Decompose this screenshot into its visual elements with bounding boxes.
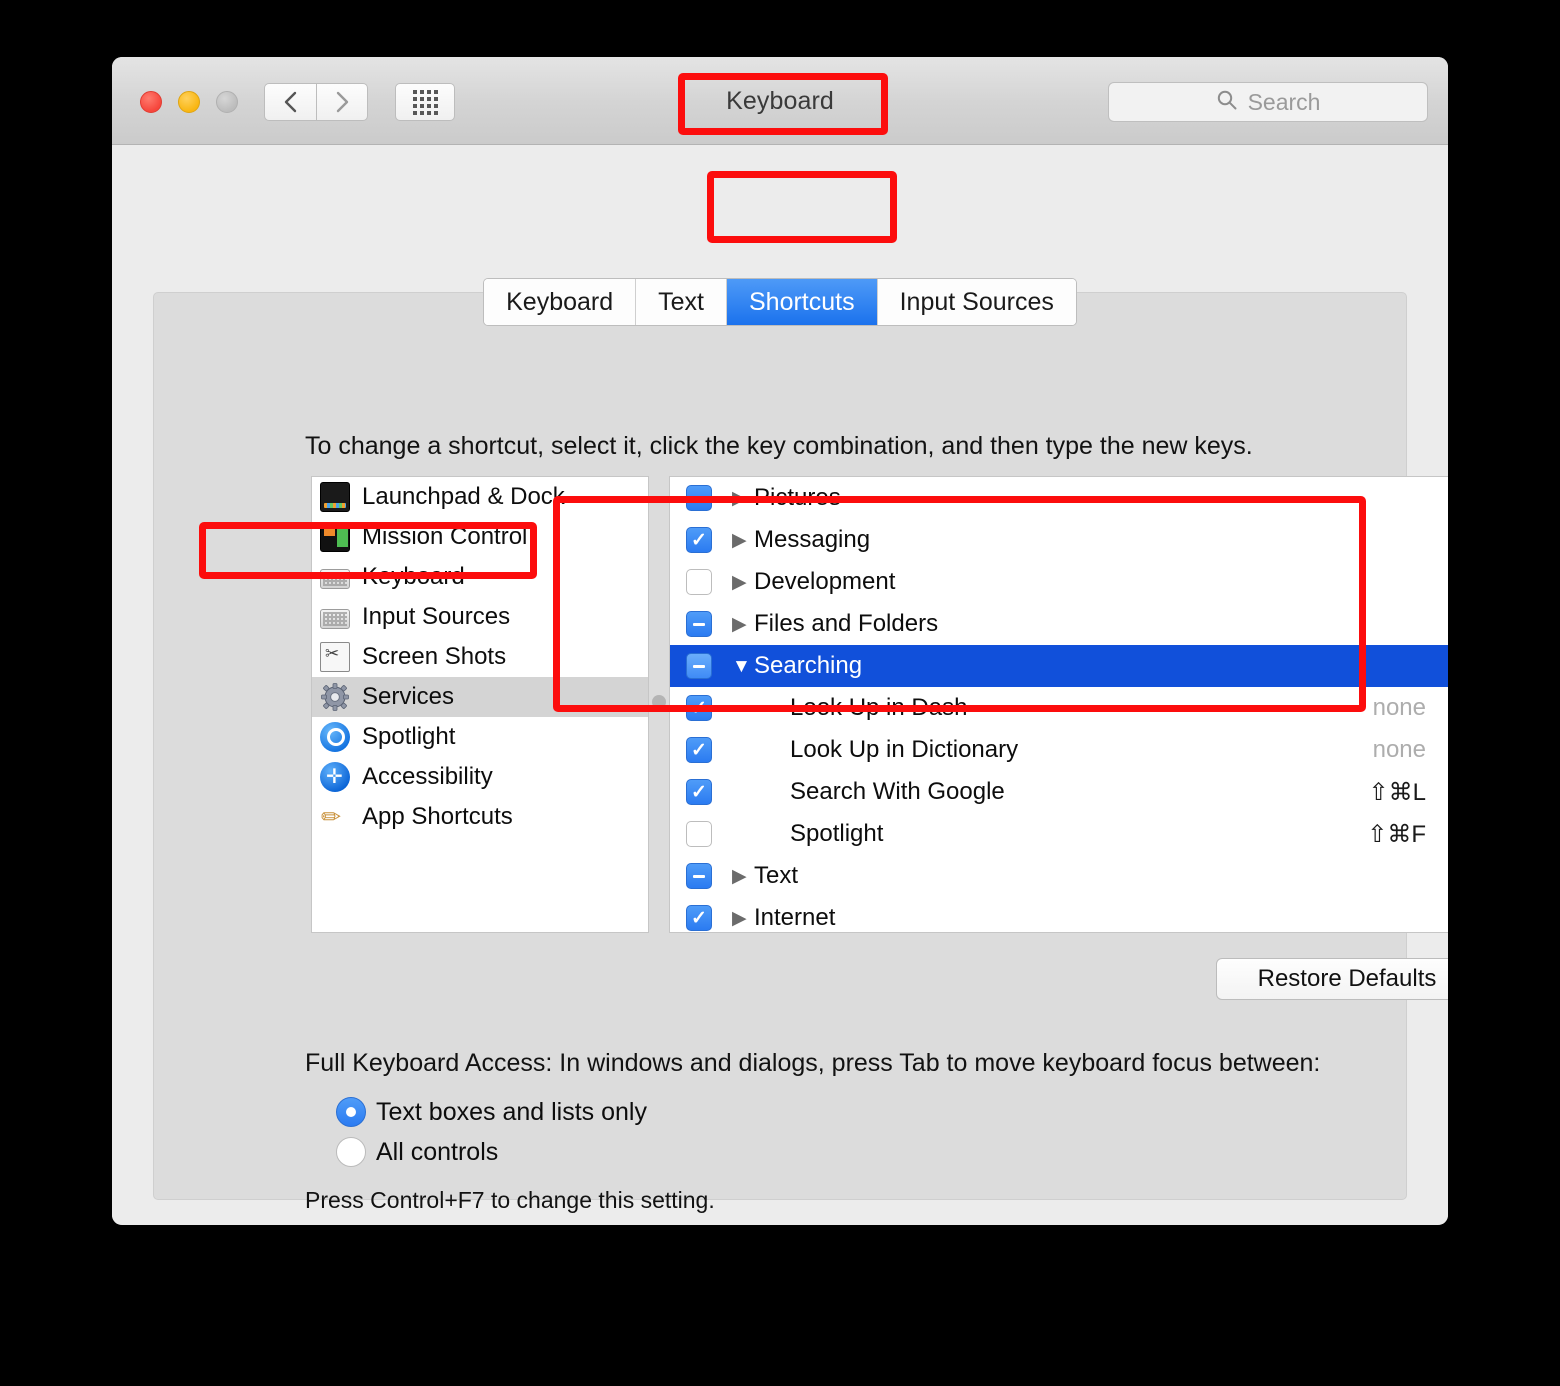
checkbox-checked[interactable]: ✓ [686, 779, 712, 805]
sidebar-item-services[interactable]: Services [312, 677, 648, 717]
category-label: Input Sources [362, 603, 511, 630]
shortcut-label: Searching [754, 652, 863, 679]
tab-bar: Keyboard Text Shortcuts Input Sources [112, 278, 1448, 326]
checkbox-unchecked[interactable] [686, 821, 712, 847]
checkbox-checked[interactable]: ✓ [686, 527, 712, 553]
checkbox-checked[interactable]: ✓ [686, 695, 712, 721]
preferences-content: Keyboard Text Shortcuts Input Sources To… [112, 145, 1448, 1224]
disclosure-triangle-collapsed-icon[interactable]: ▶ [732, 489, 754, 508]
shortcut-group-pictures[interactable]: ▶ Pictures [670, 477, 1448, 519]
shortcut-label: Pictures [754, 484, 841, 511]
control-f7-note: Press Control+F7 to change this setting. [305, 1187, 715, 1213]
launchpad-dock-icon [320, 482, 350, 512]
search-field[interactable]: Search [1108, 82, 1428, 122]
shortcut-group-files-and-folders[interactable]: ▶ Files and Folders [670, 603, 1448, 645]
sidebar-item-app-shortcuts[interactable]: App Shortcuts [312, 797, 648, 837]
shortcut-group-development[interactable]: ▶ Development [670, 561, 1448, 603]
radio-all-controls[interactable]: All controls [336, 1137, 498, 1167]
checkbox-checked[interactable]: ✓ [686, 905, 712, 931]
screen-shots-icon [320, 642, 350, 672]
full-keyboard-access-label: Full Keyboard Access: In windows and dia… [305, 1049, 1321, 1077]
split-view-handle[interactable] [652, 695, 666, 709]
checkbox-mixed[interactable] [686, 863, 712, 889]
radio-button-unselected[interactable] [336, 1137, 366, 1167]
radio-text-boxes-and-lists-only[interactable]: Text boxes and lists only [336, 1097, 647, 1127]
checkbox-unchecked[interactable] [686, 569, 712, 595]
search-placeholder: Search [1247, 88, 1321, 115]
checkbox-mixed[interactable] [686, 653, 712, 679]
shortcut-group-text[interactable]: ▶ Text [670, 855, 1448, 897]
category-label: Keyboard [362, 563, 465, 590]
category-label: Accessibility [362, 763, 493, 790]
sidebar-item-input-sources[interactable]: Input Sources [312, 597, 648, 637]
restore-defaults-button[interactable]: Restore Defaults [1216, 958, 1448, 1000]
app-shortcuts-icon [320, 802, 350, 832]
shortcut-label: Spotlight [790, 820, 884, 847]
checkbox-mixed[interactable] [686, 485, 712, 511]
disclosure-triangle-collapsed-icon[interactable]: ▶ [732, 909, 754, 928]
sidebar-item-screen-shots[interactable]: Screen Shots [312, 637, 648, 677]
shortcut-item-look-up-in-dictionary[interactable]: ✓ Look Up in Dictionary none [670, 729, 1448, 771]
shortcut-value[interactable]: none [1373, 736, 1426, 764]
shortcut-value[interactable]: none [1373, 694, 1426, 722]
shortcut-group-searching[interactable]: ▼ Searching [670, 645, 1448, 687]
search-icon [1216, 89, 1238, 116]
radio-button-selected[interactable] [336, 1097, 366, 1127]
input-sources-icon [320, 609, 350, 629]
category-label: Launchpad & Dock [362, 483, 565, 510]
accessibility-icon [320, 762, 350, 792]
category-label: App Shortcuts [362, 803, 513, 830]
sidebar-item-launchpad-dock[interactable]: Launchpad & Dock [312, 477, 648, 517]
preferences-window: Keyboard Search Keyboard Text Shortcuts … [112, 57, 1448, 1225]
shortcut-value[interactable]: ⇧⌘F [1367, 820, 1426, 849]
tab-input-sources[interactable]: Input Sources [877, 279, 1076, 325]
checkbox-checked[interactable]: ✓ [686, 737, 712, 763]
shortcut-group-messaging[interactable]: ✓ ▶ Messaging [670, 519, 1448, 561]
disclosure-triangle-collapsed-icon[interactable]: ▶ [732, 531, 754, 550]
category-label: Mission Control [362, 523, 528, 550]
shortcut-label: Development [754, 568, 896, 595]
shortcut-label: Internet [754, 904, 836, 931]
category-label: Screen Shots [362, 643, 507, 670]
mission-control-icon [320, 522, 350, 552]
sidebar-item-keyboard[interactable]: Keyboard [312, 557, 648, 597]
tab-keyboard[interactable]: Keyboard [484, 279, 637, 325]
disclosure-triangle-collapsed-icon[interactable]: ▶ [732, 573, 754, 592]
instructions-text: To change a shortcut, select it, click t… [305, 432, 1253, 460]
checkbox-mixed[interactable] [686, 611, 712, 637]
tab-shortcuts[interactable]: Shortcuts [727, 279, 878, 325]
shortcut-value[interactable]: ⇧⌘L [1369, 778, 1426, 807]
sidebar-item-accessibility[interactable]: Accessibility [312, 757, 648, 797]
window-titlebar: Keyboard Search [112, 57, 1448, 145]
shortcut-item-search-with-google[interactable]: ✓ Search With Google ⇧⌘L [670, 771, 1448, 813]
services-gear-icon [320, 682, 350, 712]
shortcut-list[interactable]: ▶ Pictures ✓ ▶ Messaging ▶ Development ▶… [669, 476, 1448, 933]
disclosure-triangle-expanded-icon[interactable]: ▼ [732, 657, 754, 676]
shortcut-group-internet[interactable]: ✓ ▶ Internet [670, 897, 1448, 932]
disclosure-triangle-collapsed-icon[interactable]: ▶ [732, 615, 754, 634]
sidebar-item-mission-control[interactable]: Mission Control [312, 517, 648, 557]
disclosure-triangle-collapsed-icon[interactable]: ▶ [732, 867, 754, 886]
shortcut-label: Look Up in Dictionary [790, 736, 1019, 763]
keyboard-icon [320, 569, 350, 589]
radio-label: All controls [376, 1137, 499, 1166]
shortcut-label: Text [754, 862, 799, 889]
category-label: Spotlight [362, 723, 456, 750]
tab-text[interactable]: Text [636, 279, 727, 325]
shortcut-label: Messaging [754, 526, 871, 553]
shortcut-label: Files and Folders [754, 610, 939, 637]
spotlight-icon [320, 722, 350, 752]
shortcut-label: Search With Google [790, 778, 1005, 805]
radio-label: Text boxes and lists only [376, 1097, 647, 1126]
category-list[interactable]: Launchpad & Dock Mission Control Keyboar… [311, 476, 649, 933]
shortcut-item-spotlight[interactable]: Spotlight ⇧⌘F [670, 813, 1448, 855]
sidebar-item-spotlight[interactable]: Spotlight [312, 717, 648, 757]
category-label: Services [362, 683, 455, 710]
shortcut-label: Look Up in Dash [790, 694, 968, 721]
shortcut-item-look-up-in-dash[interactable]: ✓ Look Up in Dash none [670, 687, 1448, 729]
